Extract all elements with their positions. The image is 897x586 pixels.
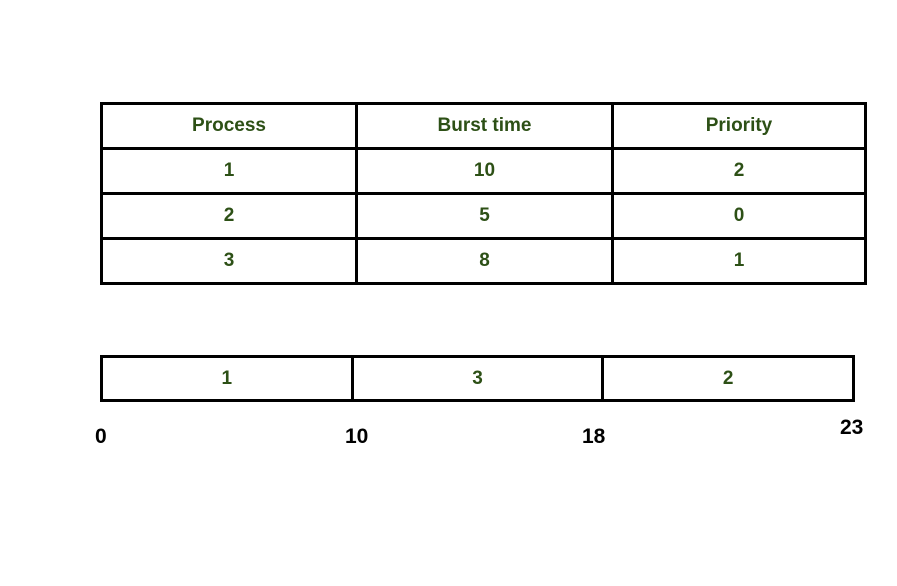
figure-canvas: Process Burst time Priority 1 10 2 2 5 0… bbox=[0, 0, 897, 586]
gantt-segment: 2 bbox=[722, 367, 734, 389]
cell-process: 1 bbox=[100, 147, 358, 195]
axis-tick-label: 23 bbox=[840, 416, 864, 439]
cell-priority: 1 bbox=[611, 237, 867, 285]
cell-priority: 0 bbox=[611, 192, 867, 240]
table-row: 1 10 2 bbox=[100, 147, 867, 195]
table-header-row: Process Burst time Priority bbox=[100, 102, 867, 150]
cell-process: 2 bbox=[100, 192, 358, 240]
gantt-time-axis: 0 10 18 23 bbox=[0, 402, 897, 452]
axis-tick-label: 0 bbox=[95, 425, 107, 448]
column-header-burst-time: Burst time bbox=[355, 102, 614, 150]
column-header-process: Process bbox=[100, 102, 358, 150]
cell-process: 3 bbox=[100, 237, 358, 285]
axis-tick-label: 10 bbox=[345, 425, 369, 448]
gantt-segment: 1 bbox=[103, 358, 354, 399]
axis-tick-label: 18 bbox=[582, 425, 606, 448]
column-header-priority: Priority bbox=[611, 102, 867, 150]
table-row: 3 8 1 bbox=[100, 237, 867, 285]
cell-burst-time: 8 bbox=[355, 237, 614, 285]
cell-priority: 2 bbox=[611, 147, 867, 195]
cell-burst-time: 5 bbox=[355, 192, 614, 240]
gantt-chart: 1 3 2 bbox=[100, 355, 855, 402]
gantt-segment: 3 bbox=[354, 358, 605, 399]
process-table: Process Burst time Priority 1 10 2 2 5 0… bbox=[100, 102, 867, 285]
table-row: 2 5 0 bbox=[100, 192, 867, 240]
cell-burst-time: 10 bbox=[355, 147, 614, 195]
